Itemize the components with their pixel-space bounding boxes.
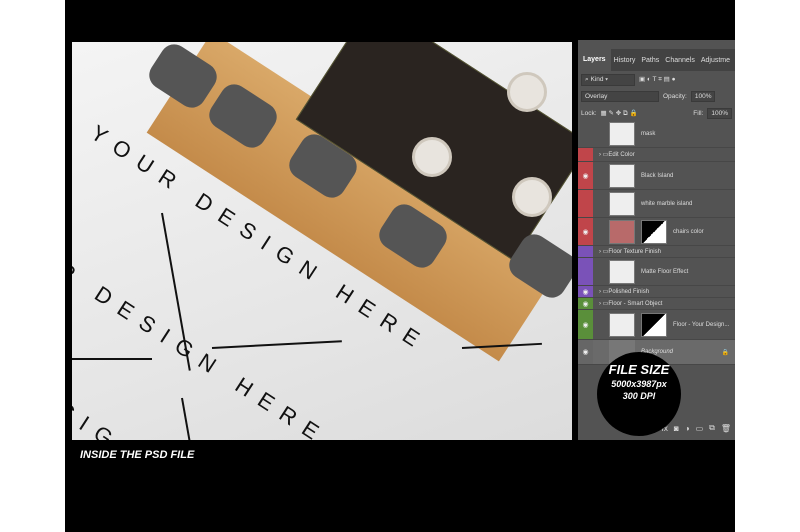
file-size-badge: FILE SIZE 5000x3987px 300 DPI	[597, 352, 681, 436]
folder-icon: › ▭	[599, 289, 609, 295]
layer-name: Floor Texture Finish	[608, 248, 661, 255]
filter-value: Kind	[590, 75, 604, 83]
visibility-toggle[interactable]	[578, 246, 593, 257]
opacity-label: Opacity:	[663, 93, 687, 100]
adjustment-icon[interactable]: ◑	[685, 424, 690, 433]
layer-name: chairs color	[673, 228, 704, 235]
mask-icon[interactable]: ◙	[674, 424, 679, 433]
lock-icons[interactable]: ▦ ✎ ✥ ⧉ 🔒	[601, 109, 638, 118]
trash-icon[interactable]: 🗑	[721, 424, 731, 433]
layer-row[interactable]: mask	[578, 120, 735, 148]
lock-label: Lock:	[581, 110, 597, 117]
design-text: SIGN H	[72, 397, 186, 440]
layer-row[interactable]: ◉ Floor - Your Design...	[578, 310, 735, 340]
lock-icon: 🔒	[721, 349, 729, 356]
blend-mode-select[interactable]: Overlay	[581, 91, 659, 102]
visibility-toggle[interactable]: ◉	[578, 340, 593, 364]
blend-mode-value: Overlay	[585, 93, 608, 100]
visibility-toggle[interactable]: ◉	[578, 298, 593, 309]
floor-line	[181, 397, 194, 440]
tab-layers[interactable]: Layers	[578, 49, 611, 71]
visibility-toggle[interactable]	[578, 190, 593, 217]
plate	[507, 72, 547, 112]
layer-name: Edit Color	[608, 151, 635, 158]
visibility-toggle[interactable]	[578, 258, 593, 285]
layer-row[interactable]: ◉ chairs color	[578, 218, 735, 246]
visibility-toggle[interactable]	[578, 120, 593, 147]
layer-row[interactable]: Matte Floor Effect	[578, 258, 735, 286]
layer-name: white marble island	[641, 200, 693, 207]
tab-adjustments[interactable]: Adjustme	[698, 57, 733, 64]
folder-icon: › ▭	[599, 152, 609, 158]
plate	[412, 137, 452, 177]
visibility-toggle[interactable]: ◉	[578, 310, 593, 339]
layer-row[interactable]: ◉ › ▭ Polished Finish	[578, 286, 735, 298]
layer-name: Floor - Your Design...	[673, 321, 730, 328]
badge-title: FILE SIZE	[608, 362, 670, 377]
floor-line	[72, 358, 152, 360]
design-text: R DESIGN HERE	[72, 257, 333, 440]
fill-input[interactable]: 100%	[707, 108, 732, 119]
layer-thumbnail	[609, 163, 635, 188]
tab-paths[interactable]: Paths	[638, 57, 662, 64]
visibility-toggle[interactable]: ◉	[578, 286, 593, 297]
folder-icon[interactable]: ▭	[696, 424, 704, 433]
layer-thumbnail	[609, 219, 635, 244]
tab-channels[interactable]: Channels	[662, 57, 698, 64]
panel-tabs: Layers History Paths Channels Adjustme	[578, 49, 735, 71]
mask-thumbnail	[641, 219, 667, 244]
layer-thumbnail	[609, 121, 635, 146]
tab-history[interactable]: History	[611, 57, 639, 64]
mask-thumbnail	[641, 312, 667, 337]
layer-name: mask	[641, 130, 656, 137]
layer-thumbnail	[609, 259, 635, 284]
folder-icon: › ▭	[599, 301, 609, 307]
layer-thumbnail	[609, 191, 635, 216]
visibility-toggle[interactable]: ◉	[578, 218, 593, 245]
layer-name: Floor - Smart Object	[608, 300, 663, 307]
visibility-toggle[interactable]: ◉	[578, 162, 593, 189]
layer-thumbnail	[609, 312, 635, 337]
layer-name: Polished Finish	[608, 288, 650, 295]
fill-label: Fill:	[693, 110, 704, 117]
opacity-input[interactable]: 100%	[690, 91, 716, 102]
caption: INSIDE THE PSD FILE	[80, 449, 195, 461]
layer-row[interactable]: ◉ › ▭ Floor - Smart Object	[578, 298, 735, 310]
layer-name: Matte Floor Effect	[641, 268, 689, 275]
folder-icon: › ▭	[599, 249, 609, 255]
layer-row[interactable]: › ▭ Edit Color	[578, 148, 735, 162]
visibility-toggle[interactable]	[578, 148, 593, 161]
layer-row[interactable]: › ▭ Floor Texture Finish	[578, 246, 735, 258]
filter-icons[interactable]: ▣ ◐ T ⌗ ▤ ●	[639, 75, 676, 84]
filter-kind-select[interactable]: ⌕ Kind ▾	[581, 73, 635, 86]
floor-line	[211, 340, 342, 349]
layer-row[interactable]: white marble island	[578, 190, 735, 218]
badge-dimensions: 5000x3987px	[611, 379, 667, 389]
mockup-photo: YOUR DESIGN HERE R DESIGN HERE SIGN H	[72, 42, 572, 440]
plate	[512, 177, 552, 217]
new-layer-icon[interactable]: ⧉	[709, 423, 715, 433]
layer-row[interactable]: ◉ Black Island	[578, 162, 735, 190]
badge-dpi: 300 DPI	[622, 391, 656, 401]
layer-name: Black Island	[641, 172, 674, 179]
